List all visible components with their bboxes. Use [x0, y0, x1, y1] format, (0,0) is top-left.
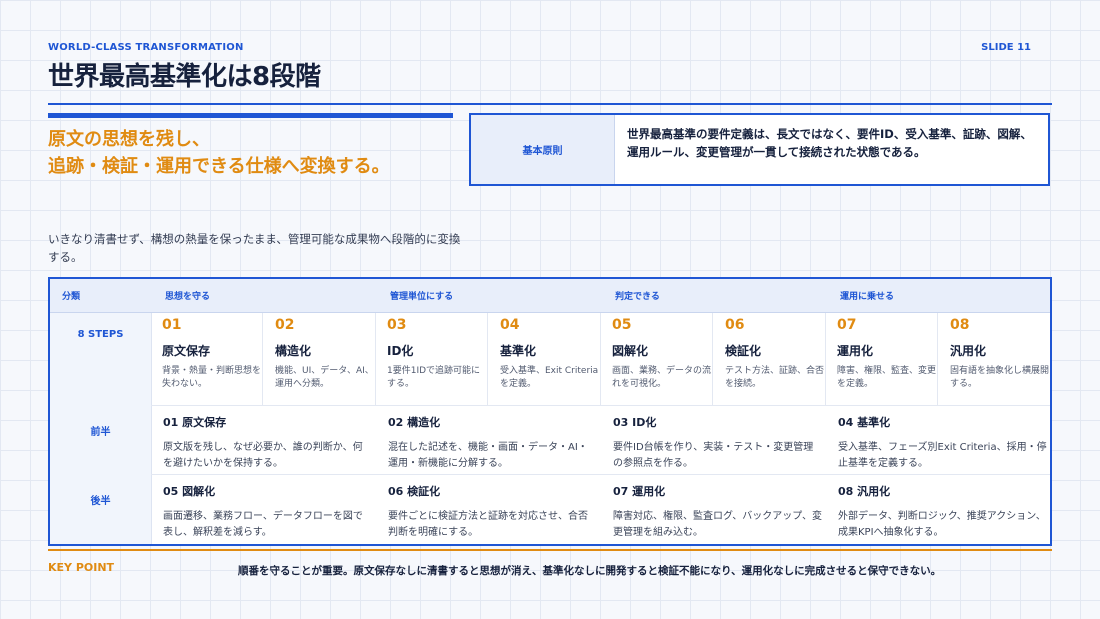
detail-title: 04 基準化 [838, 416, 891, 429]
principle-box: 基本原則 世界最高基準の要件定義は、長文ではなく、要件ID、受入基準、証跡、図解… [469, 113, 1050, 186]
detail-desc: 原文版を残し、なぜ必要か、誰の判断か、何を避けたいかを保持する。 [163, 442, 363, 469]
row-divider [151, 474, 1050, 475]
row-label-second-half: 後半 [90, 496, 111, 507]
description: いきなり清書せず、構想の熱量を保ったまま、管理可能な成果物へ段階的に変換する。 [48, 232, 461, 264]
detail-title: 06 検証化 [388, 485, 441, 498]
detail-cell: 07 運用化 障害対応、権限、監査ログ、バックアップ、変更管理を組み込む。 [601, 483, 826, 541]
detail-cell: 08 汎用化 外部データ、判断ロジック、推奨アクション、成果KPIへ抽象化する。 [826, 483, 1051, 541]
step-title: 原文保存 [162, 344, 211, 358]
step-title: 検証化 [725, 344, 762, 358]
step-card: 05 図解化 画面、業務、データの流れを可視化。 [601, 313, 713, 405]
detail-desc: 要件ごとに検証方法と証跡を対応させ、合否判断を明確にする。 [388, 511, 588, 538]
detail-cell: 06 検証化 要件ごとに検証方法と証跡を対応させ、合否判断を明確にする。 [376, 483, 601, 541]
lead-line-2: 追跡・検証・運用できる仕様へ変換する。 [48, 156, 390, 177]
step-title: ID化 [387, 344, 414, 358]
detail-title: 07 運用化 [613, 485, 666, 498]
slide-number: SLIDE 11 [981, 42, 1031, 53]
detail-cell: 04 基準化 受入基準、フェーズ別Exit Criteria、採用・停止基準を定… [826, 414, 1051, 472]
step-card: 08 汎用化 固有語を抽象化し横展開する。 [939, 313, 1051, 405]
step-card: 02 構造化 機能、UI、データ、AI、運用へ分類。 [264, 313, 376, 405]
detail-title: 02 構造化 [388, 416, 441, 429]
step-card: 04 基準化 受入基準、Exit Criteriaを定義。 [489, 313, 601, 405]
header-group-3: 判定できる [615, 292, 660, 302]
step-desc: 障害、権限、監査、変更を定義。 [837, 366, 937, 389]
detail-desc: 要件ID台帳を作り、実装・テスト・変更管理の参照点を作る。 [613, 442, 814, 469]
detail-desc: 画面遷移、業務フロー、データフローを図で表し、解釈差を減らす。 [163, 511, 363, 538]
row-label-steps: 8 STEPS [77, 329, 124, 340]
step-number: 07 [837, 317, 857, 333]
detail-desc: 混在した記述を、機能・画面・データ・AI・運用・新機能に分解する。 [388, 442, 588, 469]
step-number: 05 [612, 317, 632, 333]
step-desc: 背景・熱量・判断思想を失わない。 [162, 366, 262, 389]
step-number: 04 [500, 317, 520, 333]
step-number: 06 [725, 317, 745, 333]
step-card: 07 運用化 障害、権限、監査、変更を定義。 [826, 313, 938, 405]
step-desc: テスト方法、証跡、合否を接続。 [725, 366, 825, 389]
lead-line-1: 原文の思想を残し、 [48, 129, 210, 150]
detail-desc: 受入基準、フェーズ別Exit Criteria、採用・停止基準を定義する。 [838, 442, 1047, 469]
lead-text: 原文の思想を残し、 追跡・検証・運用できる仕様へ変換する。 [48, 126, 390, 180]
detail-cell: 05 図解化 画面遷移、業務フロー、データフローを図で表し、解釈差を減らす。 [151, 483, 376, 541]
step-title: 汎用化 [950, 344, 987, 358]
step-title: 基準化 [500, 344, 537, 358]
step-desc: 画面、業務、データの流れを可視化。 [612, 366, 712, 389]
detail-cell: 03 ID化 要件ID台帳を作り、実装・テスト・変更管理の参照点を作る。 [601, 414, 826, 472]
detail-cell: 02 構造化 混在した記述を、機能・画面・データ・AI・運用・新機能に分解する。 [376, 414, 601, 472]
step-card: 06 検証化 テスト方法、証跡、合否を接続。 [714, 313, 826, 405]
step-desc: 固有語を抽象化し横展開する。 [950, 366, 1050, 389]
step-desc: 受入基準、Exit Criteriaを定義。 [500, 366, 599, 389]
step-number: 02 [275, 317, 295, 333]
step-desc: 1要件1IDで追跡可能にする。 [387, 366, 481, 389]
key-point-divider [48, 549, 1052, 551]
header-category: 分類 [62, 292, 81, 302]
detail-title: 01 原文保存 [163, 416, 227, 429]
detail-cell: 01 原文保存 原文版を残し、なぜ必要か、誰の判断か、何を避けたいかを保持する。 [151, 414, 376, 472]
detail-desc: 障害対応、権限、監査ログ、バックアップ、変更管理を組み込む。 [613, 511, 822, 538]
header-group-4: 運用に乗せる [840, 292, 895, 302]
step-number: 01 [162, 317, 182, 333]
detail-title: 03 ID化 [613, 416, 657, 429]
row-label-first-half: 前半 [90, 427, 111, 438]
step-card: 01 原文保存 背景・熱量・判断思想を失わない。 [151, 313, 263, 405]
detail-title: 05 図解化 [163, 485, 216, 498]
principle-label: 基本原則 [471, 115, 615, 184]
step-desc: 機能、UI、データ、AI、運用へ分類。 [275, 366, 374, 389]
steps-table: 分類 思想を守る 管理単位にする 判定できる 運用に乗せる 8 STEPS 前半… [48, 277, 1052, 546]
step-title: 構造化 [275, 344, 312, 358]
step-title: 運用化 [837, 344, 874, 358]
table-header: 分類 思想を守る 管理単位にする 判定できる 運用に乗せる [50, 279, 1050, 313]
key-point-label: KEY POINT [48, 561, 115, 574]
header-group-1: 思想を守る [165, 292, 211, 302]
key-point-text: 順番を守ることが重要。原文保存なしに清書すると思想が消え、基準化なしに開発すると… [238, 565, 942, 577]
detail-desc: 外部データ、判断ロジック、推奨アクション、成果KPIへ抽象化する。 [838, 511, 1046, 538]
title-divider [48, 103, 1052, 105]
step-title: 図解化 [612, 344, 649, 358]
principle-text: 世界最高基準の要件定義は、長文ではなく、要件ID、受入基準、証跡、図解、運用ルー… [627, 127, 1032, 159]
eyebrow: WORLD-CLASS TRANSFORMATION [48, 42, 244, 53]
step-card: 03 ID化 1要件1IDで追跡可能にする。 [376, 313, 488, 405]
header-group-2: 管理単位にする [390, 292, 454, 302]
step-number: 08 [950, 317, 970, 333]
detail-title: 08 汎用化 [838, 485, 891, 498]
lead-accent-bar [48, 113, 453, 118]
step-number: 03 [387, 317, 407, 333]
row-divider [151, 405, 1050, 406]
page-title: 世界最高基準化は8段階 [48, 62, 321, 92]
